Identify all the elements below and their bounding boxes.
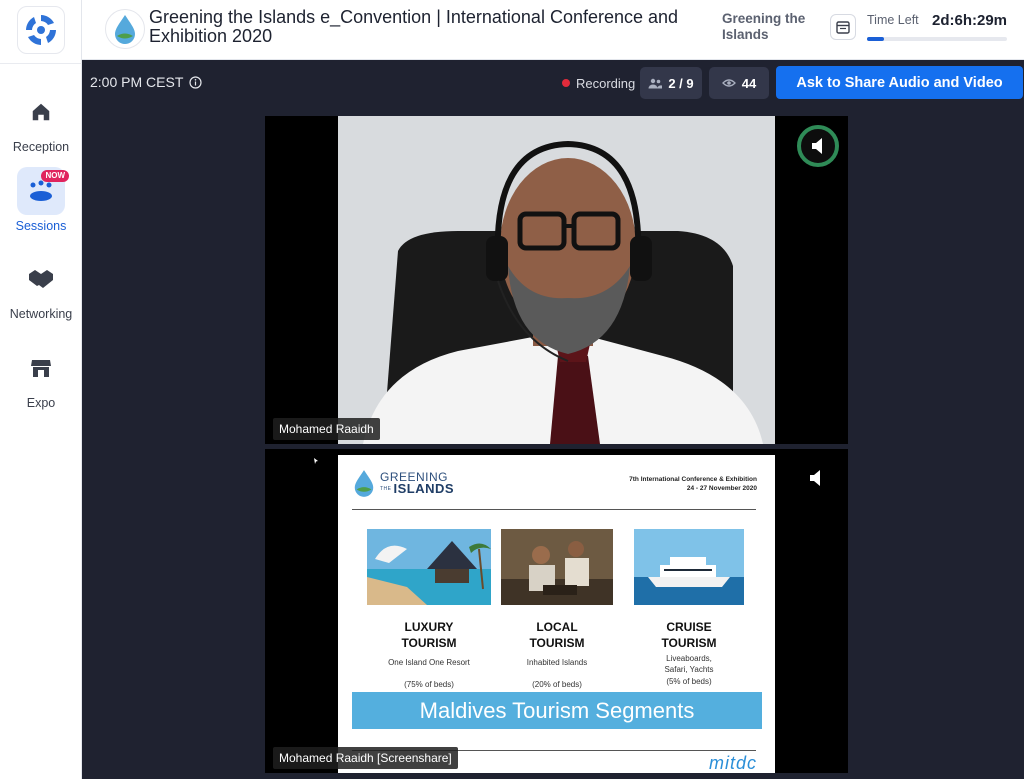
time-left-value: 2d:6h:29m <box>932 12 1008 29</box>
shared-slide: GREENING THE ISLANDS 7th International C… <box>338 455 775 773</box>
store-icon <box>17 344 65 392</box>
slide-divider <box>352 509 756 510</box>
info-icon <box>189 75 202 89</box>
sidebar-item-expo[interactable]: Expo <box>0 344 82 410</box>
segment-percent: (75% of beds) <box>404 680 454 689</box>
slide-conference-line1: 7th International Conference & Exhibitio… <box>629 476 757 483</box>
water-drop-icon <box>115 15 135 44</box>
eye-icon <box>721 79 736 87</box>
event-logo <box>105 9 145 49</box>
slide-logo-text: GREENING THE ISLANDS <box>380 471 454 495</box>
segment-heading-2: LOCAL TOURISM <box>529 620 585 650</box>
segment-sub: Inhabited Islands <box>526 658 588 667</box>
speaker-icon[interactable] <box>808 469 824 487</box>
time-left-progress <box>867 37 1007 41</box>
sidebar-item-label: Reception <box>12 140 70 154</box>
sidebar-item-label: Networking <box>9 307 73 321</box>
segment-local: LOCAL TOURISM Inhabited Islands (20% of b… <box>501 529 613 689</box>
ask-to-share-button[interactable]: Ask to Share Audio and Video <box>776 66 1023 99</box>
sidebar-item-label: Expo <box>26 396 56 410</box>
viewers-button[interactable]: 44 <box>709 67 769 99</box>
luxury-resort-image <box>367 529 491 605</box>
participant-name-tag: Mohamed Raaidh [Screenshare] <box>273 747 458 769</box>
local-tourism-image <box>501 529 613 605</box>
sidebar: Reception NOW Sessions Networking Expo <box>0 0 82 779</box>
home-icon <box>17 88 65 136</box>
slide-logo-bottom: ISLANDS <box>393 481 455 496</box>
segment-sub: One Island One Resort <box>388 658 470 667</box>
app-window: Reception NOW Sessions Networking Expo G… <box>0 0 1024 779</box>
segment-cruise: CRUISE TOURISM Liveaboards, Safari, Yacht… <box>634 529 744 686</box>
event-title: Greening the Islands e_Convention | Inte… <box>149 7 679 46</box>
calendar-icon <box>836 21 850 34</box>
session-time-text: 2:00 PM CEST <box>90 74 184 90</box>
slide-conference-info: 7th International Conference & Exhibitio… <box>629 475 757 493</box>
segment-sub: Liveaboards, Safari, Yachts <box>664 654 714 674</box>
slide-logo-the: THE <box>380 486 392 492</box>
platform-logo[interactable] <box>17 6 65 54</box>
speaker-icon <box>812 138 822 154</box>
slide-logo: GREENING THE ISLANDS <box>352 469 454 497</box>
swirl-logo-icon <box>26 15 56 45</box>
sidebar-item-reception[interactable]: Reception <box>0 88 82 154</box>
participants-button[interactable]: 2 / 9 <box>640 67 702 99</box>
session-time: 2:00 PM CEST <box>90 74 202 90</box>
cruise-boat-image <box>634 529 744 605</box>
segment-luxury: LUXURY TOURISM One Island One Resort (75%… <box>367 529 491 689</box>
slide-banner: Maldives Tourism Segments <box>352 692 762 729</box>
sidebar-item-networking[interactable]: Networking <box>0 255 82 321</box>
now-badge: NOW <box>41 170 69 182</box>
mouse-cursor-icon <box>314 458 318 464</box>
speaker-active-button[interactable] <box>797 125 839 167</box>
video-tile-screenshare[interactable]: GREENING THE ISLANDS 7th International C… <box>265 449 848 773</box>
time-left-label: Time Left <box>867 13 919 27</box>
video-tile-speaker[interactable]: Mohamed Raaidh <box>265 116 848 444</box>
organizer-name: Greening the Islands <box>722 11 806 42</box>
participant-name-tag: Mohamed Raaidh <box>273 418 380 440</box>
sidebar-item-sessions[interactable]: NOW Sessions <box>0 167 82 233</box>
header: Greening the Islands e_Convention | Inte… <box>82 0 1024 60</box>
segment-heading-1: LUXURY TOURISM <box>401 620 457 650</box>
water-drop-icon <box>354 470 374 497</box>
calendar-button[interactable] <box>830 14 856 40</box>
sidebar-item-label: Sessions <box>15 219 67 233</box>
participants-count: 2 / 9 <box>668 75 694 91</box>
slide-footer-logo: mitdc <box>708 753 757 773</box>
segment-percent: (20% of beds) <box>532 680 582 689</box>
session-bar: 2:00 PM CEST Recording 2 / 9 44 Ask to S… <box>82 60 1024 106</box>
segment-heading-3: CRUISE TOURISM <box>661 620 717 650</box>
recording-dot-icon <box>562 79 570 87</box>
handshake-icon <box>17 255 65 303</box>
recording-label: Recording <box>576 75 636 91</box>
speaker-video-feed <box>338 116 775 444</box>
sidebar-divider <box>0 63 82 64</box>
viewers-count: 44 <box>741 75 757 91</box>
time-left-progress-fill <box>867 37 884 41</box>
people-icon <box>648 78 663 88</box>
sessions-icon: NOW <box>17 167 69 215</box>
segment-percent: (5% of beds) <box>666 677 712 686</box>
recording-indicator: Recording <box>552 67 645 99</box>
slide-conference-line2: 24 - 27 November 2020 <box>686 485 757 492</box>
